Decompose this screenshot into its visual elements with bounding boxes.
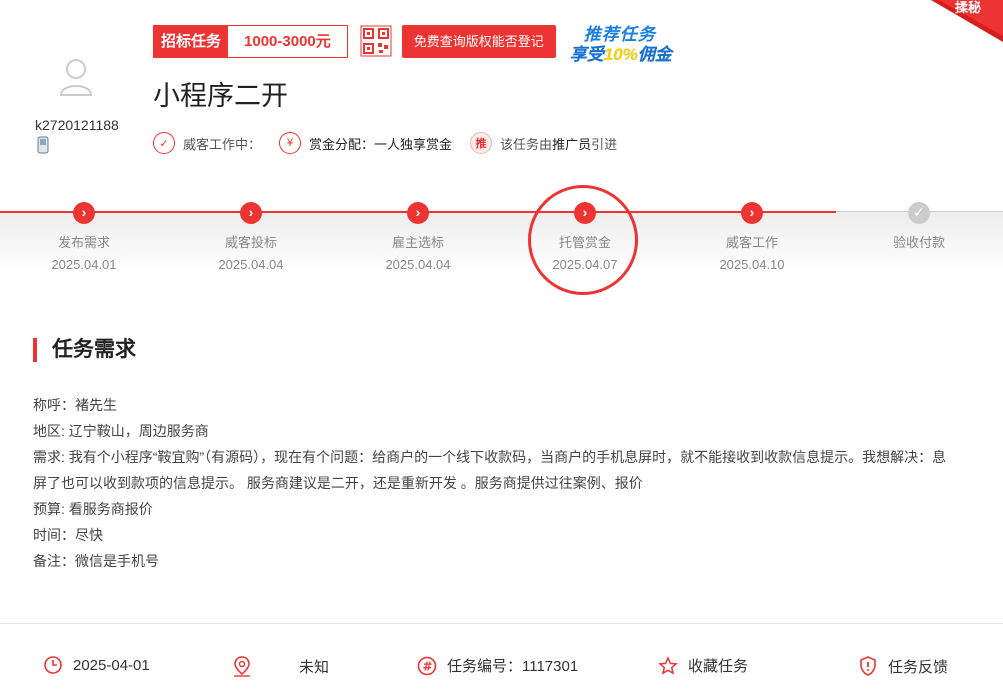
footer-divider [0,623,1003,624]
step-3: › 雇主选标 2025.04.04 [385,202,451,272]
promo-banner[interactable]: 推荐任务 享受10%佣金 [570,20,696,65]
task-title: 小程序二开 [153,81,288,111]
footer-date: 2025-04-01 [43,655,150,675]
user-avatar-box [34,42,124,112]
highlight-circle [528,185,638,295]
step-5: › 威客工作 2025.04.10 [719,202,785,272]
yen-icon: ¥ [279,132,302,154]
avatar[interactable] [34,42,118,112]
phone-icon [37,136,49,159]
corner-badge-text: 揉秘 [955,0,981,16]
promoter-icon: 推 [470,132,493,154]
copyright-query-button[interactable]: 免费查询版权能否登记 [401,24,556,58]
desc-line: 地区: 辽宁鞍山，周边服务商 [33,423,209,439]
desc-line: 备注：微信是手机号 [33,553,159,569]
location-icon [234,656,250,677]
desc-line: 称呼：褚先生 [33,397,117,413]
step-6: ✓ 验收付款 [892,202,945,250]
task-feedback-button[interactable]: 任务反馈 [858,655,948,677]
footer-task-no: # 任务编号：1117301 [417,655,578,676]
footer-location: 未知 [231,655,329,677]
hash-icon: # [417,656,437,675]
top-row: 招标任务 1000-3000元 免费查询版权能否登记 推荐任务 享受10%佣金 [153,20,696,65]
bid-tag: 招标任务 1000-3000元 [153,24,348,58]
svg-text:#: # [423,659,433,673]
task-description: 称呼：褚先生 地区: 辽宁鞍山，周边服务商 需求: 我有个小程序“鞍宜购”（有源… [33,392,953,574]
clock-icon [44,656,62,674]
step-1: › 发布需求 2025.04.01 [51,202,117,272]
bid-label: 招标任务 [154,25,229,57]
desc-line: 需求: 我有个小程序“鞍宜购”（有源码），现在有个问题：给商户的一个线下收款码，… [33,449,947,491]
shield-alert-icon [860,656,876,676]
step-2: › 威客投标 2025.04.04 [218,202,284,272]
username[interactable]: k2720121188 [35,117,119,133]
corner-badge[interactable]: 揉秘 [931,0,1003,42]
promo-line2: 享受10%佣金 [570,40,672,65]
step-arrow-icon: › [741,202,763,224]
favorite-task-button[interactable]: 收藏任务 [658,655,748,676]
step-arrow-icon: › [240,202,262,224]
desc-line: 预算: 看服务商报价 [33,501,153,517]
bid-amount: 1000-3000元 [228,25,347,57]
promoter-info: 推 该任务由 推广员 引进 [470,132,617,154]
section-title: 任务需求 [33,338,136,362]
step-check-icon: ✓ [908,202,930,224]
step-arrow-icon: › [407,202,429,224]
star-icon [658,655,678,675]
reward-distribution: ¥ 赏金分配： 一人独享赏金 [279,132,452,154]
step-arrow-icon: › [73,202,95,224]
working-status: ✓ 威客工作中： [153,132,261,154]
check-icon: ✓ [153,132,175,154]
qr-code-icon[interactable] [360,25,392,57]
task-meta: ✓ 威客工作中： ¥ 赏金分配： 一人独享赏金 推 该任务由 推广员 引进 [153,132,635,154]
user-icon [59,59,93,96]
desc-line: 时间：尽快 [33,527,103,543]
